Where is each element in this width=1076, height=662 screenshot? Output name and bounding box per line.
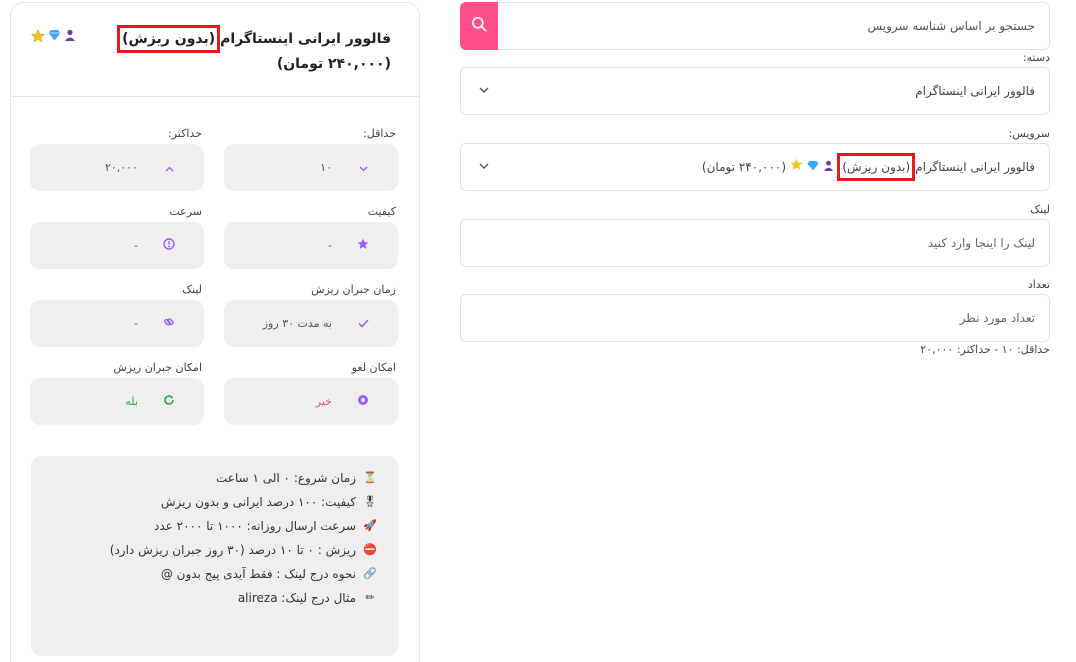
cancel-label: امکان لغو — [351, 361, 396, 374]
quantity-hint: حداقل: ۱۰ - حداکثر: ۲۰,۰۰۰ — [920, 343, 1050, 356]
search-input[interactable]: جستجو بر اساس شناسه سرویس — [498, 19, 1049, 33]
quality-label: کیفیت — [367, 205, 396, 218]
refresh-icon — [162, 394, 176, 409]
medal-icon: 🎖 — [363, 495, 377, 508]
speed-field: - — [30, 222, 204, 269]
category-value: فالوور ایرانی اینستاگرام — [915, 84, 1035, 98]
refill-time-field: به مدت ۳۰ روز — [224, 300, 398, 347]
refill-time-label: زمان جبران ریزش — [311, 283, 396, 296]
person-icon — [823, 160, 834, 174]
no-drop-highlight: (بدون ریزش) — [837, 153, 916, 181]
max-label: حداکثر: — [168, 127, 202, 140]
description-line: ⏳ زمان شروع: ۰ الی ۱ ساعت — [41, 466, 378, 490]
link-icon: 🔗 — [363, 567, 377, 580]
description-text: ریزش : ۰ تا ۱۰ درصد (۳۰ روز جبران ریزش د… — [109, 543, 356, 557]
no-entry-icon: ⛔ — [363, 543, 377, 556]
title-icons — [30, 25, 76, 46]
cancel-value: خیر — [315, 395, 332, 408]
quantity-label: تعداد — [1027, 278, 1050, 291]
cancel-field: خیر — [224, 378, 398, 425]
speed-label: سرعت — [169, 205, 202, 218]
diamond-icon — [48, 29, 61, 46]
service-title: فالوور ایرانی اینستاگرام(بدون ریزش) (۲۴۰… — [76, 25, 391, 76]
service-value: فالوور ایرانی اینستاگرام(بدون ریزش) (۲۴۰… — [489, 153, 1035, 181]
quantity-placeholder: تعداد مورد نظر — [959, 311, 1035, 325]
quality-field: - — [224, 222, 398, 269]
search-button[interactable] — [460, 2, 498, 50]
link-label: لینک — [1030, 203, 1050, 216]
description-line: 🚀 سرعت ارسال روزانه: ۱۰۰۰ تا ۲۰۰۰ عدد — [41, 514, 378, 538]
service-name: فالوور ایرانی اینستاگرام — [915, 160, 1035, 174]
description-text: مثال درج لینک: alireza — [237, 591, 356, 605]
quality-value: - — [328, 239, 332, 252]
link-type-field: - — [30, 300, 204, 347]
service-search-bar[interactable]: جستجو بر اساس شناسه سرویس — [460, 2, 1050, 50]
speed-icon — [162, 238, 176, 253]
refill-time-value: به مدت ۳۰ روز — [262, 317, 332, 330]
description-text: سرعت ارسال روزانه: ۱۰۰۰ تا ۲۰۰۰ عدد — [154, 519, 356, 533]
category-label: دسته: — [1022, 51, 1050, 64]
search-icon — [471, 16, 487, 36]
description-line: ⛔ ریزش : ۰ تا ۱۰ درصد (۳۰ روز جبران ریزش … — [41, 538, 378, 562]
circle-dot-icon — [356, 394, 370, 409]
service-specs-grid: حداقل: حداکثر: ۱۰ ۲۰,۰۰۰ کیفیت سرعت - - … — [30, 97, 398, 425]
chevron-up-icon — [162, 161, 176, 175]
chevron-down-icon — [479, 160, 489, 174]
hourglass-icon: ⏳ — [363, 471, 377, 484]
service-price: (۲۴۰,۰۰۰ تومان) — [276, 56, 391, 72]
check-icon — [356, 317, 370, 331]
pencil-icon: ✏ — [365, 591, 375, 604]
link-placeholder: لینک را اینجا وارد کنید — [927, 236, 1035, 250]
max-field: ۲۰,۰۰۰ — [30, 144, 204, 191]
rocket-icon: 🚀 — [363, 519, 377, 532]
star-icon — [790, 158, 803, 174]
link-input[interactable]: لینک را اینجا وارد کنید — [460, 219, 1050, 267]
service-description: ⏳ زمان شروع: ۰ الی ۱ ساعت 🎖 کیفیت: ۱۰۰ درص… — [31, 456, 398, 656]
min-label: حداقل: — [363, 127, 396, 140]
card-header: فالوور ایرانی اینستاگرام(بدون ریزش) (۲۴۰… — [11, 3, 419, 97]
min-field: ۱۰ — [224, 144, 398, 191]
description-line: 🎖 کیفیت: ۱۰۰ درصد ایرانی و بدون ریزش — [41, 490, 378, 514]
star-icon — [30, 29, 46, 46]
link-type-value: - — [134, 317, 138, 330]
service-title-text: فالوور ایرانی اینستاگرام — [220, 31, 391, 47]
no-drop-highlight: (بدون ریزش) — [117, 25, 221, 53]
min-value: ۱۰ — [320, 161, 332, 174]
service-select[interactable]: فالوور ایرانی اینستاگرام(بدون ریزش) (۲۴۰… — [460, 143, 1050, 191]
service-price: (۲۴۰,۰۰۰ تومان) — [701, 160, 787, 174]
diamond-icon — [807, 160, 819, 174]
refill-value: بله — [125, 395, 138, 408]
description-line: 🔗 نحوه درج لینک : فقط آیدی پیج بدون @ — [41, 562, 378, 586]
chevron-down-icon — [356, 161, 370, 175]
quantity-input[interactable]: تعداد مورد نظر — [460, 294, 1050, 342]
service-details-card: فالوور ایرانی اینستاگرام(بدون ریزش) (۲۴۰… — [10, 2, 420, 662]
description-text: نحوه درج لینک : فقط آیدی پیج بدون @ — [160, 567, 356, 581]
refill-field: بله — [30, 378, 204, 425]
description-text: کیفیت: ۱۰۰ درصد ایرانی و بدون ریزش — [160, 495, 356, 509]
link-type-label: لینک — [182, 283, 202, 296]
link-icon — [162, 316, 176, 331]
star-icon — [356, 238, 370, 253]
description-text: زمان شروع: ۰ الی ۱ ساعت — [216, 471, 356, 485]
service-label: سرویس: — [1008, 127, 1050, 140]
refill-label: امکان جبران ریزش — [113, 361, 202, 374]
person-icon — [64, 29, 76, 46]
chevron-down-icon — [479, 84, 489, 98]
speed-value: - — [134, 239, 138, 252]
category-select[interactable]: فالوور ایرانی اینستاگرام — [460, 67, 1050, 115]
description-line: ✏ مثال درج لینک: alireza — [41, 586, 378, 610]
max-value: ۲۰,۰۰۰ — [104, 161, 138, 174]
